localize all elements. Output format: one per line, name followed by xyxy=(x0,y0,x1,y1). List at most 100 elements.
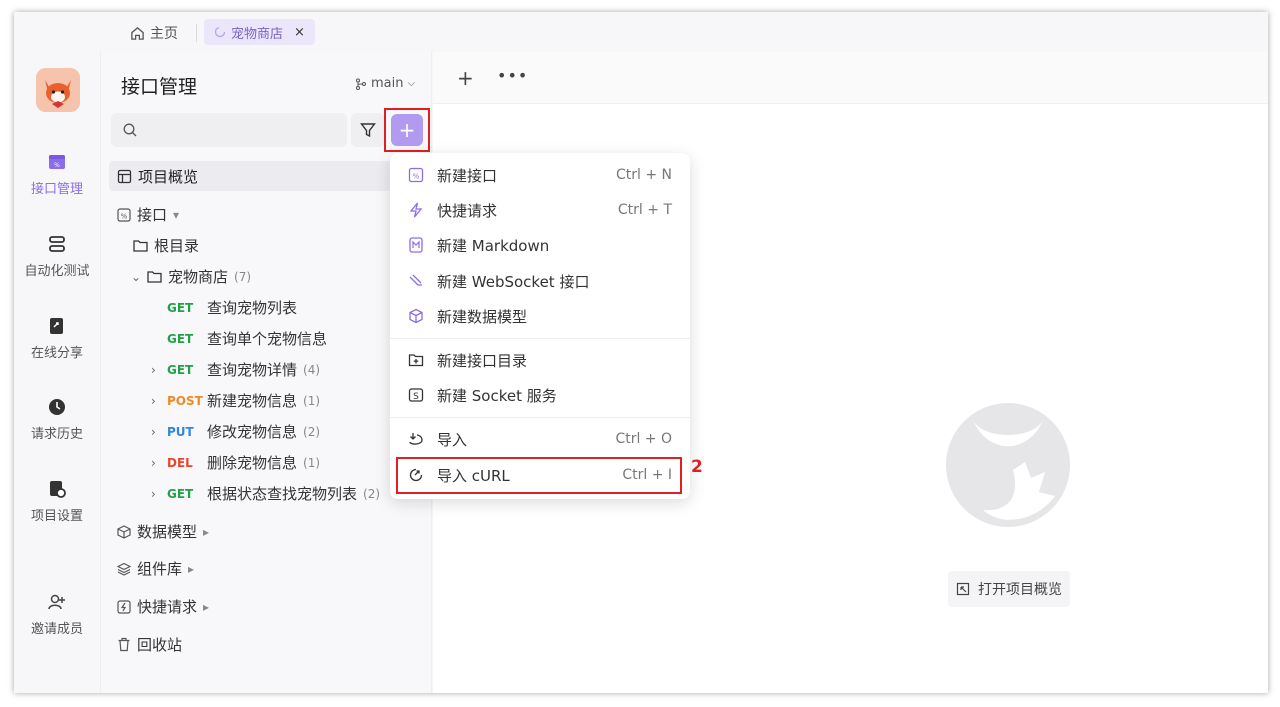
method-badge: DEL xyxy=(167,455,193,470)
filter-button[interactable] xyxy=(351,113,385,147)
menu-item-new-websocket[interactable]: 新建 WebSocket 接口 xyxy=(390,264,690,298)
menu-item-quick-request[interactable]: 快捷请求 Ctrl + T xyxy=(390,193,690,227)
api-panel: 接口管理 main ⌵ + 项目概览 % 接口 ▾ 根目录 ⌄ 宠物商店 (7)… xyxy=(100,52,454,693)
menu-item-label: 新建 Markdown xyxy=(437,236,550,255)
endpoint-row[interactable]: › DEL 删除宠物信息 (1) xyxy=(151,452,320,473)
trash-icon xyxy=(118,637,130,652)
import-icon xyxy=(409,433,423,445)
caret-down-icon: ▾ xyxy=(173,207,180,222)
chevron-right-icon[interactable]: › xyxy=(151,487,161,501)
chevron-right-icon[interactable]: › xyxy=(151,456,161,470)
share-doc-icon xyxy=(50,318,63,334)
svg-text:%: % xyxy=(121,212,128,220)
menu-item-label: 导入 xyxy=(437,430,468,449)
menu-item-label: 新建 WebSocket 接口 xyxy=(437,272,590,291)
close-icon[interactable]: × xyxy=(294,25,305,40)
chevron-right-icon[interactable]: › xyxy=(151,394,161,408)
section-label: 回收站 xyxy=(137,636,183,654)
nav-label: 自动化测试 xyxy=(24,264,90,279)
history-icon xyxy=(49,399,65,415)
open-overview-label: 打开项目概览 xyxy=(978,582,1062,598)
endpoint-name: 删除宠物信息 xyxy=(207,454,298,472)
bolt-icon xyxy=(117,599,131,614)
nav-project-settings[interactable]: 项目设置 xyxy=(14,479,100,524)
left-nav: % 接口管理 自动化测试 在线分享 请求历史 项目设置 邀请成员 xyxy=(14,52,100,693)
add-user-icon xyxy=(48,594,65,610)
nav-api-management[interactable]: % 接口管理 xyxy=(14,152,100,197)
section-label: 数据模型 xyxy=(137,523,198,541)
caret-right-icon: ▸ xyxy=(203,599,210,614)
endpoint-row[interactable]: › POST 新建宠物信息 (1) xyxy=(151,390,320,411)
section-component-library[interactable]: 组件库 ▸ xyxy=(117,558,194,579)
nav-label: 接口管理 xyxy=(30,182,83,197)
menu-item-new-data-model[interactable]: 新建数据模型 xyxy=(390,299,690,333)
endpoint-row[interactable]: GET 查询单个宠物信息 xyxy=(151,328,327,349)
chevron-right-icon[interactable]: › xyxy=(151,363,161,377)
nav-label: 项目设置 xyxy=(30,509,83,524)
tab-pet-store[interactable]: 宠物商店 × xyxy=(204,19,315,45)
menu-item-new-api-folder[interactable]: 新建接口目录 xyxy=(390,343,690,377)
open-overview-button[interactable]: 打开项目概览 xyxy=(948,571,1070,607)
tab-pet-store-label: 宠物商店 xyxy=(231,26,284,42)
bolt-icon xyxy=(409,202,423,218)
endpoint-row[interactable]: › PUT 修改宠物信息 (2) xyxy=(151,421,320,442)
api-icon: % xyxy=(49,155,65,169)
tree-folder-pet-store[interactable]: ⌄ 宠物商店 (7) xyxy=(131,266,251,287)
section-quick-request[interactable]: 快捷请求 ▸ xyxy=(117,596,209,617)
search-icon xyxy=(123,123,137,137)
menu-divider xyxy=(390,417,690,418)
menu-divider xyxy=(390,338,690,339)
nav-label: 邀请成员 xyxy=(30,622,83,637)
svg-text:%: % xyxy=(413,173,420,181)
section-recycle-bin[interactable]: 回收站 xyxy=(117,634,182,655)
api-icon: % xyxy=(117,207,131,222)
tree-label: 接口 xyxy=(137,206,168,224)
tab-divider xyxy=(196,24,197,42)
markdown-icon xyxy=(409,237,423,253)
tree-root-dir[interactable]: 根目录 xyxy=(133,235,199,256)
nav-invite-members[interactable]: 邀请成员 xyxy=(14,592,100,637)
menu-item-label: 快捷请求 xyxy=(437,201,498,220)
filter-icon xyxy=(360,123,376,138)
socket-icon: S xyxy=(408,388,424,402)
endpoint-row[interactable]: GET 查询宠物列表 xyxy=(151,297,297,318)
nav-request-history[interactable]: 请求历史 xyxy=(14,397,100,442)
cube-icon xyxy=(117,524,131,539)
settings-icon xyxy=(50,481,66,498)
section-label: 组件库 xyxy=(137,560,183,578)
nav-automation-test[interactable]: 自动化测试 xyxy=(14,234,100,279)
chevron-right-icon[interactable]: › xyxy=(151,425,161,439)
tab-home-label: 主页 xyxy=(150,26,178,42)
tab-home[interactable]: 主页 xyxy=(130,22,178,44)
more-icon[interactable]: ••• xyxy=(497,66,528,85)
tree-api-root[interactable]: % 接口 ▾ xyxy=(117,204,179,225)
method-badge: GET xyxy=(167,331,194,346)
section-data-models[interactable]: 数据模型 ▸ xyxy=(117,521,209,542)
nav-online-share[interactable]: 在线分享 xyxy=(14,316,100,361)
menu-item-label: 新建数据模型 xyxy=(437,307,528,326)
branch-selector[interactable]: main ⌵ xyxy=(355,76,415,91)
svg-text:%: % xyxy=(54,162,60,169)
method-badge: GET xyxy=(167,362,194,377)
menu-item-new-markdown[interactable]: 新建 Markdown xyxy=(390,228,690,262)
endpoint-name: 查询宠物详情 xyxy=(207,361,298,379)
menu-item-new-socket-service[interactable]: S 新建 Socket 服务 xyxy=(390,378,690,412)
tree-label: 宠物商店 xyxy=(168,268,229,286)
project-overview-item[interactable]: 项目概览 xyxy=(109,161,393,191)
count-badge: (2) xyxy=(303,424,321,439)
method-badge: PUT xyxy=(167,424,194,439)
search-input[interactable] xyxy=(111,113,347,147)
method-badge: GET xyxy=(167,486,194,501)
count-badge: (7) xyxy=(234,269,252,284)
endpoint-name: 新建宠物信息 xyxy=(207,392,298,410)
endpoint-row[interactable]: › GET 查询宠物详情 (4) xyxy=(151,359,320,380)
menu-item-import[interactable]: 导入 Ctrl + O xyxy=(390,422,690,456)
count-badge: (1) xyxy=(303,455,321,470)
tree-label: 根目录 xyxy=(154,237,200,255)
chevron-down-icon[interactable]: ⌄ xyxy=(131,270,141,284)
endpoint-row[interactable]: › GET 根据状态查找宠物列表 (2) xyxy=(151,483,380,504)
menu-item-new-api[interactable]: % 新建接口 Ctrl + N xyxy=(390,158,690,192)
new-tab-button[interactable]: + xyxy=(457,66,474,90)
cube-icon xyxy=(409,308,423,324)
branch-icon xyxy=(356,78,366,90)
